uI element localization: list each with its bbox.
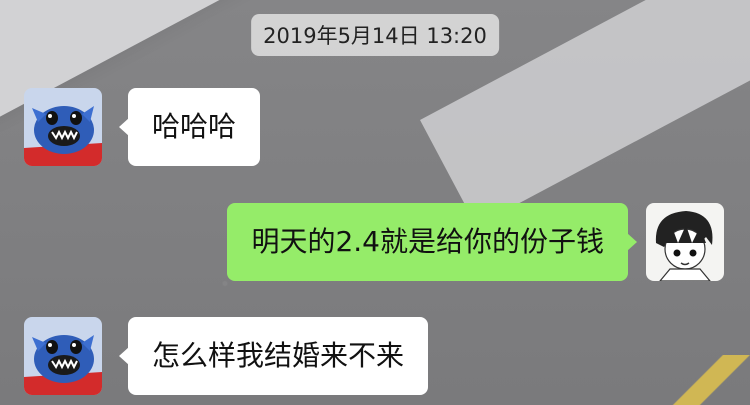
outgoing-message-bubble[interactable]: 明天的2.4就是给你的份子钱	[227, 203, 637, 281]
message-text: 哈哈哈	[152, 110, 237, 143]
stitch-avatar[interactable]	[24, 88, 102, 166]
message-timestamp: 2019年5月14日 13:20	[251, 14, 499, 56]
road-yellow-mark	[650, 355, 750, 405]
stitch-avatar[interactable]	[24, 317, 102, 395]
message-text: 明天的2.4就是给你的份子钱	[251, 225, 604, 258]
message-text: 怎么样我结婚来不来	[152, 339, 405, 372]
boy-avatar[interactable]	[646, 203, 724, 281]
incoming-message-bubble[interactable]: 哈哈哈	[118, 88, 261, 166]
stitch-avatar-image	[24, 317, 102, 395]
incoming-message-bubble[interactable]: 怎么样我结婚来不来	[118, 317, 429, 395]
stitch-avatar-image	[24, 88, 102, 166]
boy-avatar-image	[646, 203, 724, 281]
